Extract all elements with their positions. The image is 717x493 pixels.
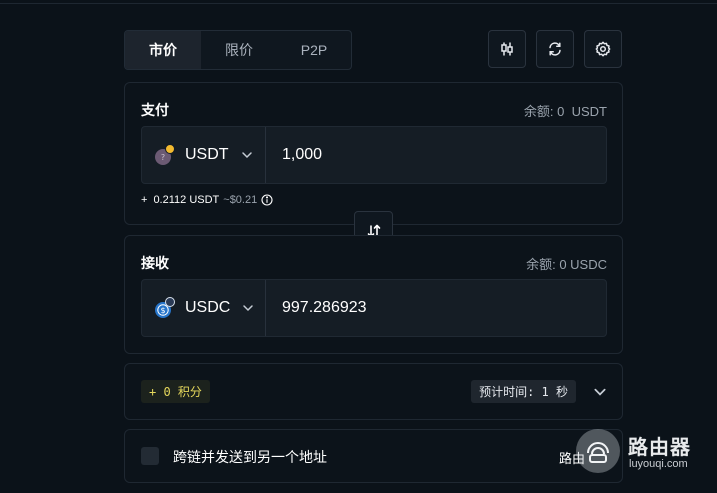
crosschain-label: 跨链并发送到另一个地址 bbox=[173, 449, 327, 465]
chevron-down-icon[interactable] bbox=[593, 385, 607, 399]
info-icon[interactable] bbox=[261, 194, 273, 206]
usdc-token-icon: $ bbox=[155, 297, 175, 318]
candlestick-chart-icon bbox=[501, 42, 513, 56]
chevron-down-icon bbox=[241, 152, 252, 159]
settings-button[interactable] bbox=[584, 30, 622, 68]
eta-badge: 预计时间: 1 秒 bbox=[471, 380, 576, 403]
fee-amount: 0.2112 USDT bbox=[153, 194, 220, 206]
router-logo-icon bbox=[576, 429, 620, 473]
pay-amount-input[interactable]: 1,000 bbox=[266, 127, 606, 183]
pay-input-row: ? USDT 1,000 bbox=[141, 126, 607, 184]
settings-gear-icon bbox=[595, 41, 611, 57]
pay-balance: 余额: 0 USDT bbox=[523, 104, 607, 119]
svg-text:$: $ bbox=[160, 306, 165, 315]
top-divider bbox=[0, 3, 717, 4]
pay-token-symbol: USDT bbox=[185, 146, 229, 163]
crosschain-card: 跨链并发送到另一个地址 路由 bbox=[124, 429, 623, 483]
refresh-icon bbox=[549, 42, 561, 56]
chevron-down-icon bbox=[243, 305, 254, 312]
pay-title: 支付 bbox=[141, 102, 169, 118]
fee-prefix: + bbox=[141, 194, 148, 206]
refresh-button[interactable] bbox=[536, 30, 574, 68]
receive-input-row: $ USDC 997.286923 bbox=[141, 279, 607, 337]
receive-token-symbol: USDC bbox=[185, 299, 231, 316]
svg-text:?: ? bbox=[161, 153, 165, 162]
order-type-tabs: 市价 限价 P2P bbox=[124, 30, 352, 70]
crosschain-checkbox[interactable] bbox=[141, 447, 159, 465]
fee-info: + 0.2112 USDT ~$0.21 bbox=[141, 194, 273, 206]
fee-usd: ~$0.21 bbox=[223, 194, 258, 206]
receive-token-selector[interactable]: $ USDC bbox=[142, 280, 266, 336]
tab-limit[interactable]: 限价 bbox=[201, 31, 277, 69]
receive-amount-output: 997.286923 bbox=[282, 299, 367, 316]
receive-title: 接收 bbox=[141, 255, 169, 271]
watermark: 路由器 luyouqi.com bbox=[576, 429, 717, 479]
watermark-title: 路由器 bbox=[628, 437, 691, 459]
chart-button[interactable] bbox=[488, 30, 526, 68]
receive-card: 接收 余额: 0 USDC $ USDC 997.286923 bbox=[124, 235, 623, 354]
points-badge: + 0 积分 bbox=[141, 380, 210, 403]
watermark-url: luyouqi.com bbox=[629, 458, 688, 470]
pay-card: 支付 余额: 0 USDT ? USDT 1,000 + 0.2112 USDT… bbox=[124, 82, 623, 225]
tab-market[interactable]: 市价 bbox=[125, 31, 201, 69]
quote-info-card: + 0 积分 预计时间: 1 秒 bbox=[124, 363, 623, 420]
receive-balance: 余额: 0 USDC bbox=[526, 257, 607, 272]
tab-p2p[interactable]: P2P bbox=[277, 31, 351, 69]
pay-token-selector[interactable]: ? USDT bbox=[142, 127, 266, 183]
usdt-token-icon: ? bbox=[155, 144, 175, 165]
